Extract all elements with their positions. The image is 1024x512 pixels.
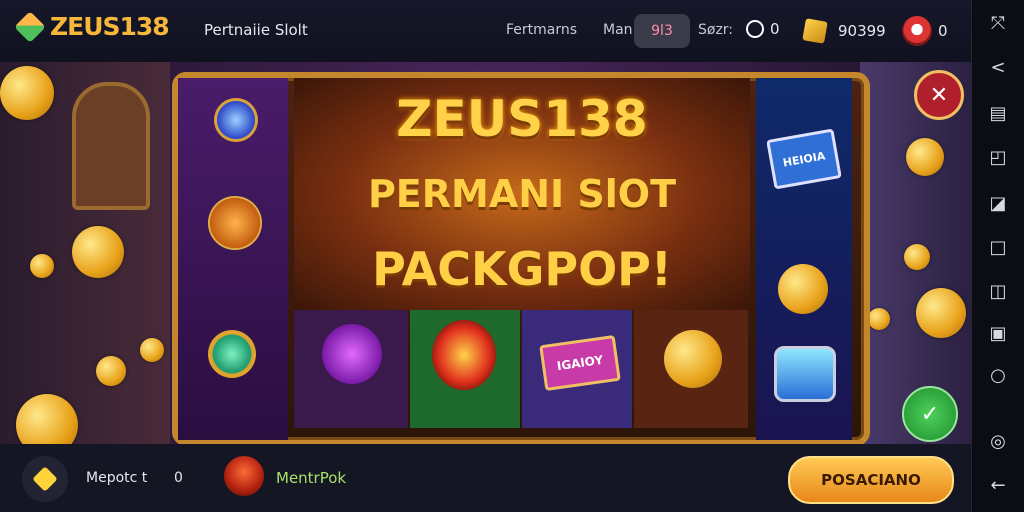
panel-icon[interactable]: ▣ (988, 324, 1008, 344)
gold-box-icon (802, 18, 828, 44)
back-arrow-icon[interactable]: ← (988, 476, 1008, 496)
coin-decoration (916, 288, 966, 338)
coin-decoration (906, 138, 944, 176)
gold-counter[interactable]: 90399 (802, 18, 886, 44)
potion-symbol (322, 324, 382, 384)
left-door (72, 82, 150, 210)
check-icon: ✓ (920, 401, 940, 427)
coin-decoration (140, 338, 164, 362)
nav-title[interactable]: Pertnaiie Slolt (204, 21, 308, 39)
menu-link[interactable]: MentrPok (276, 469, 346, 487)
banner-subtitle: PERMANI SlOT (367, 172, 677, 216)
rotate-icon[interactable]: ◰ (988, 148, 1008, 168)
coin-counter[interactable]: 0 (746, 20, 780, 38)
brand-name: ZEUS138 (50, 12, 170, 41)
crystal-symbol (774, 346, 836, 402)
reel-1 (294, 310, 408, 428)
share-icon[interactable]: < (988, 58, 1008, 78)
coin-symbol (664, 330, 722, 388)
banner-jackpot: PACKGPOP! (372, 242, 672, 296)
coin-value: 0 (770, 20, 780, 38)
bonus-button[interactable] (22, 456, 68, 502)
close-button[interactable]: ✕ (914, 70, 964, 120)
slot-frame: ZEUS138 PERMANI SlOT PACKGPOP! IGAIOY HE… (172, 72, 870, 446)
nav-link-fertmarns[interactable]: Fertmarns (506, 22, 577, 38)
fullscreen-icon[interactable]: ⤧ (988, 14, 1008, 34)
coin-icon (746, 20, 764, 38)
card-symbol: IGAIOY (539, 334, 621, 392)
left-reel (178, 78, 288, 440)
profile[interactable]: 0 (902, 16, 948, 46)
bonus-count: 0 (174, 470, 183, 486)
top-bar: ZEUS138 Pertnaiie Slolt Fertmarns Man 9l… (0, 0, 972, 62)
brand-logo[interactable]: ZEUS138 (14, 10, 170, 43)
cross-icon: ✕ (929, 82, 949, 108)
bonus-label: Mepotc t (86, 470, 148, 486)
settings-icon[interactable]: ◎ (988, 432, 1008, 452)
coin-decoration (30, 254, 54, 278)
tablet-symbol: HEIOIA (766, 128, 842, 190)
gold-value: 90399 (838, 22, 886, 40)
banner-title: ZEUS138 (396, 90, 648, 148)
reel-4 (634, 310, 748, 428)
circle-icon[interactable]: ○ (988, 366, 1008, 386)
title-panel: ZEUS138 PERMANI SlOT PACKGPOP! (294, 78, 750, 310)
download-icon[interactable]: ◪ (988, 194, 1008, 214)
square-icon[interactable]: □ (988, 238, 1008, 258)
avatar[interactable] (902, 16, 932, 46)
cube-icon (14, 10, 46, 43)
notification-badge[interactable]: 9l3 (634, 14, 690, 48)
right-reel: HEIOIA (756, 78, 852, 440)
layout-icon[interactable]: ◫ (988, 282, 1008, 302)
scroll-symbol (208, 196, 262, 250)
avatar-value: 0 (938, 22, 948, 40)
diamond-icon (32, 466, 58, 492)
coin-decoration (0, 66, 54, 120)
document-icon[interactable]: ▤ (988, 104, 1008, 124)
sort-label[interactable]: Søzr: (698, 22, 733, 38)
reel-2 (410, 310, 520, 428)
fruit-symbol (432, 320, 496, 390)
pet-icon[interactable] (224, 456, 264, 496)
play-button[interactable]: POSACIANO (788, 456, 954, 504)
gem-symbol (214, 98, 258, 142)
coin-decoration (72, 226, 124, 278)
reel-3: IGAIOY (522, 310, 632, 428)
coin-decoration (904, 244, 930, 270)
coin-decoration (96, 356, 126, 386)
right-toolbar: ⤧ < ▤ ◰ ◪ □ ◫ ▣ ○ ◎ ← (971, 0, 1024, 512)
coin-decoration (868, 308, 890, 330)
confirm-button[interactable]: ✓ (902, 386, 958, 442)
nav-link-man[interactable]: Man (603, 22, 633, 38)
coin-symbol (778, 264, 828, 314)
emerald-symbol (208, 330, 256, 378)
